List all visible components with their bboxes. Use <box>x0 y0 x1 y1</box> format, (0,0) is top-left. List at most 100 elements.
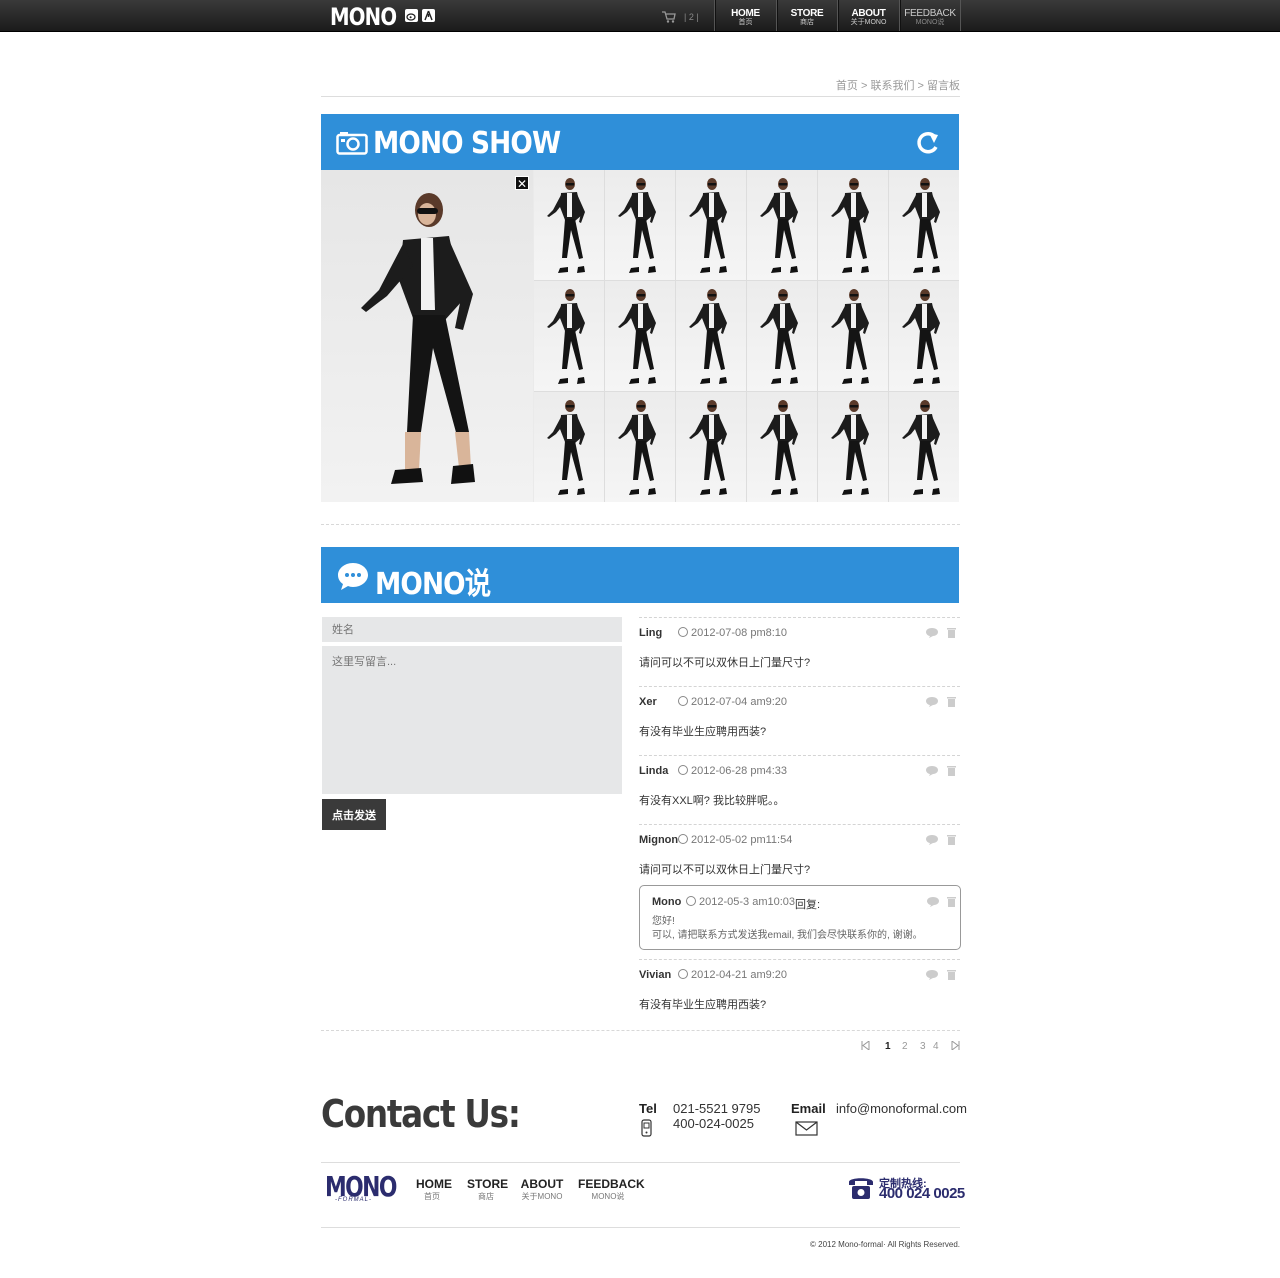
main-photo[interactable]: ✕ <box>321 170 533 502</box>
weibo-icon[interactable] <box>405 9 418 22</box>
envelope-icon <box>795 1121 818 1141</box>
trash-icon[interactable] <box>947 834 956 848</box>
reply-icon[interactable] <box>926 894 940 912</box>
message-input[interactable] <box>322 646 622 794</box>
telephone-icon <box>847 1174 875 1205</box>
divider <box>321 1227 960 1228</box>
refresh-icon[interactable] <box>915 130 941 161</box>
gallery-thumbnail[interactable] <box>676 392 746 502</box>
gallery-thumbnail[interactable] <box>605 281 675 391</box>
comment-author: Linda <box>639 765 669 777</box>
footer-nav-store[interactable]: STORE 商店 <box>467 1177 509 1202</box>
gallery-thumbnail[interactable] <box>818 170 888 280</box>
page-link[interactable]: 4 <box>933 1041 939 1052</box>
comment-text: 请问可以不可以双休日上门量尺寸? <box>639 657 811 669</box>
comment-author: Mignon <box>639 834 679 846</box>
footer-nav-label: ABOUT <box>520 1177 564 1191</box>
tel-number: 021-5521 9795 <box>673 1101 761 1116</box>
nav-about-label: ABOUT <box>851 8 886 19</box>
page-link[interactable]: 2 <box>902 1041 908 1052</box>
tel-label: Tel <box>639 1101 657 1116</box>
nav-about[interactable]: ABOUT 关于MONO <box>837 0 899 31</box>
comment-text: 有没有毕业生应聘用西装? <box>639 726 767 738</box>
first-page-icon[interactable] <box>861 1040 870 1053</box>
gallery-thumbnail[interactable] <box>534 281 604 391</box>
gallery-thumbnail[interactable] <box>676 170 746 280</box>
trash-icon[interactable] <box>947 627 956 641</box>
divider <box>321 1162 960 1163</box>
gallery-thumbnail[interactable] <box>534 170 604 280</box>
comment-time: 2012-05-02 pm11:54 <box>678 834 792 846</box>
footer-nav-sublabel: 首页 <box>424 1192 440 1201</box>
clock-icon <box>678 969 688 979</box>
footer-nav-label: HOME <box>416 1177 452 1191</box>
footer-nav-feedback[interactable]: FEEDBACK MONO说 <box>578 1177 645 1202</box>
email-link[interactable]: info@monoformal.com <box>836 1101 967 1116</box>
gallery-thumbnail[interactable] <box>818 281 888 391</box>
gallery-thumbnail[interactable] <box>605 170 675 280</box>
reply-icon[interactable] <box>925 834 939 848</box>
name-input[interactable] <box>322 617 622 642</box>
reply-label: 回复: <box>795 899 821 911</box>
send-button[interactable]: 点击发送 <box>322 799 386 830</box>
nav-home-sublabel: 首页 <box>738 19 753 26</box>
clock-icon <box>686 896 696 906</box>
reply-icon[interactable] <box>925 696 939 710</box>
nav-about-sublabel: 关于MONO <box>850 19 887 26</box>
trash-icon[interactable] <box>947 894 956 912</box>
gallery-thumbnail[interactable] <box>534 392 604 502</box>
comment-time-text: 2012-07-08 pm8:10 <box>691 627 788 639</box>
tel-number: 400-024-0025 <box>673 1116 754 1131</box>
reply-time: 2012-05-3 am10:03 <box>686 896 795 908</box>
reply-icon[interactable] <box>925 969 939 983</box>
reply-icon[interactable] <box>925 765 939 779</box>
admin-reply: Mono 2012-05-3 am10:03 回复: 您好! 可以, 请把联系方… <box>639 885 961 950</box>
reply-icon[interactable] <box>925 627 939 641</box>
cart-count: | 2 | <box>684 12 699 22</box>
gallery-thumbnail[interactable] <box>747 170 817 280</box>
phone-icon <box>641 1119 652 1142</box>
gallery-thumbnail[interactable] <box>889 392 959 502</box>
trash-icon[interactable] <box>947 696 956 710</box>
nav-store-label: STORE <box>790 8 824 19</box>
nav-home-label: HOME <box>731 8 760 19</box>
trash-icon[interactable] <box>947 969 956 983</box>
nav-store[interactable]: STORE 商店 <box>776 0 837 31</box>
last-page-icon[interactable] <box>951 1040 960 1053</box>
footer-nav-about[interactable]: ABOUT 关于MONO <box>520 1177 564 1202</box>
footer-nav-sublabel: 关于MONO <box>521 1192 563 1201</box>
page-link[interactable]: 3 <box>920 1041 926 1052</box>
gallery-thumbnail[interactable] <box>889 281 959 391</box>
brand-logo[interactable]: MONO <box>330 3 397 31</box>
gallery-thumbnail[interactable] <box>889 170 959 280</box>
footer-logo-sub: -FORMAL- <box>335 1197 372 1203</box>
footer-nav-label: STORE <box>467 1177 509 1191</box>
footer-nav-home[interactable]: HOME 首页 <box>416 1177 452 1202</box>
close-icon[interactable]: ✕ <box>515 176 529 191</box>
breadcrumb[interactable]: 首页 > 联系我们 > 留言板 <box>836 77 960 93</box>
photo-gallery: ✕ <box>321 170 959 502</box>
email-label: Email <box>791 1101 826 1116</box>
comment-time: 2012-04-21 am9:20 <box>678 969 787 981</box>
divider <box>321 524 960 525</box>
renren-icon[interactable] <box>422 9 435 22</box>
messages-title: MONO说 <box>375 567 491 602</box>
comment-time: 2012-07-08 pm8:10 <box>678 627 787 639</box>
gallery-thumbnail[interactable] <box>676 281 746 391</box>
comment-time-text: 2012-06-28 pm4:33 <box>691 765 788 777</box>
comment-time-text: 2012-04-21 am9:20 <box>691 969 788 981</box>
comment-author: Vivian <box>639 969 672 981</box>
gallery-thumbnail[interactable] <box>605 392 675 502</box>
trash-icon[interactable] <box>947 765 956 779</box>
comment-time: 2012-06-28 pm4:33 <box>678 765 787 777</box>
thumbnail-grid <box>534 170 959 502</box>
gallery-thumbnail[interactable] <box>747 281 817 391</box>
top-navbar: MONO | 2 | HOME 首页 STORE 商店 ABOUT 关于MONO… <box>0 0 1280 32</box>
nav-feedback[interactable]: FEEDBACK MONO说 <box>899 0 961 31</box>
gallery-thumbnail[interactable] <box>818 392 888 502</box>
gallery-thumbnail[interactable] <box>747 392 817 502</box>
nav-home[interactable]: HOME 首页 <box>714 0 776 31</box>
cart-icon[interactable] <box>662 10 676 28</box>
comment-text: 有没有XXL啊? 我比较胖呢。。 <box>639 795 785 807</box>
page-link-active[interactable]: 1 <box>885 1041 891 1052</box>
